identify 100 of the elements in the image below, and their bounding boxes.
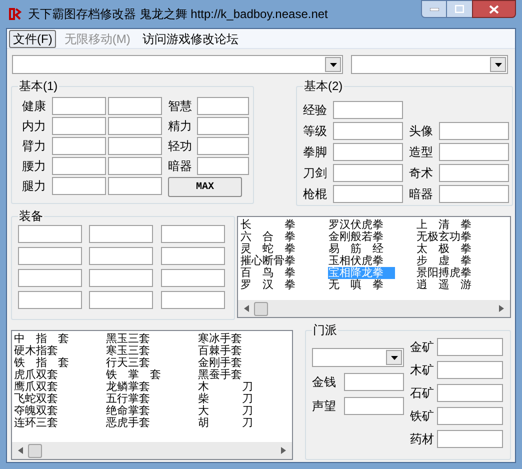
list-item[interactable]: 铁 掌 套 bbox=[106, 369, 162, 381]
input-field[interactable] bbox=[108, 157, 162, 175]
scrollbar[interactable] bbox=[12, 442, 292, 459]
input-field[interactable] bbox=[89, 225, 154, 243]
list-item[interactable]: 步 虚 拳 bbox=[416, 255, 484, 267]
list-item[interactable]: 逍 遥 游 bbox=[416, 279, 484, 291]
maximize-button[interactable] bbox=[447, 0, 472, 18]
item-list[interactable]: 中 指 套 硬木指套 铁 指 套 虎爪双套 鹰爪双套 飞蛇双套 夺魄双套 连环三套 黑玉三套 寒玉三套 行天三套 铁 掌 套 龙鳞掌套 五行掌套 绝命掌套 恶虎手套 寒冰手套 百棘手套 金刚手套 黑蚕手套 木 刀 柴 刀 大 刀 胡 刀 bbox=[11, 330, 293, 460]
list-item[interactable]: 寒玉三套 bbox=[106, 345, 162, 357]
list-item[interactable]: 摧心断骨拳 bbox=[240, 255, 308, 267]
input-field[interactable] bbox=[89, 247, 154, 265]
list-item[interactable]: 五行掌套 bbox=[106, 393, 162, 405]
list-item[interactable]: 绝命掌套 bbox=[106, 405, 162, 417]
input-field[interactable] bbox=[439, 164, 509, 182]
list-item[interactable]: 鹰爪双套 bbox=[14, 381, 70, 393]
input-field[interactable] bbox=[18, 291, 82, 309]
input-field[interactable] bbox=[437, 384, 503, 402]
input-field[interactable] bbox=[52, 137, 106, 155]
list-item[interactable]: 柴 刀 bbox=[198, 393, 254, 405]
list-item[interactable]: 龙鳞掌套 bbox=[106, 381, 162, 393]
input-field[interactable] bbox=[52, 97, 106, 115]
list-item[interactable]: 中 指 套 bbox=[14, 333, 70, 345]
list-item[interactable]: 金刚般若拳 bbox=[328, 231, 396, 243]
list-item[interactable]: 上 清 拳 bbox=[416, 219, 484, 231]
input-field[interactable] bbox=[439, 185, 509, 203]
right-arrow-icon[interactable] bbox=[499, 305, 505, 312]
list-item[interactable]: 连环三套 bbox=[14, 417, 70, 429]
list-item[interactable]: 夺魄双套 bbox=[14, 405, 70, 417]
input-field[interactable] bbox=[18, 269, 82, 287]
list-item[interactable]: 百 鸟 拳 bbox=[240, 267, 308, 279]
input-field[interactable] bbox=[108, 117, 162, 135]
minimize-button[interactable] bbox=[421, 0, 447, 18]
input-field[interactable] bbox=[18, 247, 82, 265]
input-field[interactable] bbox=[197, 157, 249, 175]
right-arrow-icon[interactable] bbox=[281, 447, 287, 454]
dropdown-button[interactable] bbox=[325, 57, 341, 72]
list-item[interactable]: 无极玄功拳 bbox=[416, 231, 484, 243]
scroll-thumb[interactable] bbox=[254, 302, 268, 316]
list-item[interactable]: 虎爪双套 bbox=[14, 369, 70, 381]
input-field[interactable] bbox=[52, 157, 106, 175]
input-field[interactable] bbox=[439, 143, 509, 161]
input-field[interactable] bbox=[437, 338, 503, 356]
input-field[interactable] bbox=[437, 430, 503, 448]
list-item[interactable]: 景阳搏虎拳 bbox=[416, 267, 484, 279]
input-field[interactable] bbox=[108, 97, 162, 115]
list-item[interactable]: 灵 蛇 拳 bbox=[240, 243, 308, 255]
list-item[interactable]: 无 嗔 拳 bbox=[328, 279, 396, 291]
input-field[interactable] bbox=[439, 122, 509, 140]
input-field[interactable] bbox=[344, 397, 404, 415]
list-item[interactable]: 太 极 拳 bbox=[416, 243, 484, 255]
list-item[interactable]: 硬木指套 bbox=[14, 345, 70, 357]
left-arrow-icon[interactable] bbox=[17, 447, 23, 454]
list-item[interactable]: 金刚手套 bbox=[198, 357, 254, 369]
input-field[interactable] bbox=[160, 291, 225, 309]
input-field[interactable] bbox=[197, 137, 249, 155]
skill-list[interactable]: 长 拳 六 合 拳 灵 蛇 拳 摧心断骨拳 百 鸟 拳 罗 汉 拳 罗汉伏虎拳 金刚般若拳 易 筋 经 玉相伏虎拳 宝相降龙拳 无 嗔 拳 上 清 拳 无极玄功拳 太 极 拳 步 虚 拳 景阳搏虎拳 逍 遥 游 bbox=[237, 216, 511, 318]
input-field[interactable] bbox=[89, 291, 154, 309]
menu-item[interactable]: 文件(F) bbox=[9, 30, 56, 48]
list-item[interactable]: 木 刀 bbox=[198, 381, 254, 393]
input-field[interactable] bbox=[437, 407, 503, 425]
list-item[interactable]: 大 刀 bbox=[198, 405, 254, 417]
list-item[interactable]: 罗 汉 拳 bbox=[240, 279, 308, 291]
input-field[interactable] bbox=[333, 164, 403, 182]
input-field[interactable] bbox=[197, 117, 249, 135]
menu-item[interactable]: 访问游戏修改论坛 bbox=[138, 30, 242, 48]
list-item[interactable]: 易 筋 经 bbox=[328, 243, 396, 255]
list-item[interactable]: 罗汉伏虎拳 bbox=[328, 219, 396, 231]
list-item[interactable]: 百棘手套 bbox=[198, 345, 254, 357]
input-field[interactable] bbox=[333, 101, 403, 119]
input-field[interactable] bbox=[160, 225, 225, 243]
input-field[interactable] bbox=[333, 122, 403, 140]
max-button[interactable]: MAX bbox=[168, 177, 242, 197]
input-field[interactable] bbox=[333, 185, 403, 203]
list-item[interactable]: 飞蛇双套 bbox=[14, 393, 70, 405]
list-item[interactable]: 黑玉三套 bbox=[106, 333, 162, 345]
input-field[interactable] bbox=[18, 225, 82, 243]
list-item[interactable]: 六 合 拳 bbox=[240, 231, 308, 243]
list-item[interactable]: 行天三套 bbox=[106, 357, 162, 369]
input-field[interactable] bbox=[344, 373, 404, 391]
list-item[interactable]: 玉相伏虎拳 bbox=[328, 255, 396, 267]
list-item[interactable]: 恶虎手套 bbox=[106, 417, 162, 429]
input-field[interactable] bbox=[108, 137, 162, 155]
input-field[interactable] bbox=[160, 269, 225, 287]
list-item[interactable]: 寒冰手套 bbox=[198, 333, 254, 345]
left-arrow-icon[interactable] bbox=[243, 305, 250, 312]
scroll-thumb[interactable] bbox=[28, 444, 42, 458]
list-item[interactable]: 长 拳 bbox=[240, 219, 308, 231]
list-item[interactable]: 胡 刀 bbox=[198, 417, 254, 429]
input-field[interactable] bbox=[52, 177, 106, 195]
close-button[interactable] bbox=[472, 0, 516, 18]
input-field[interactable] bbox=[197, 97, 249, 115]
dropdown-button[interactable] bbox=[386, 350, 402, 365]
input-field[interactable] bbox=[437, 361, 503, 379]
input-field[interactable] bbox=[160, 247, 225, 265]
input-field[interactable] bbox=[108, 177, 162, 195]
input-field[interactable] bbox=[89, 269, 154, 287]
scrollbar[interactable] bbox=[238, 300, 510, 317]
list-item[interactable]: 黑蚕手套 bbox=[198, 369, 254, 381]
input-field[interactable] bbox=[52, 117, 106, 135]
list-item[interactable]: 铁 指 套 bbox=[14, 357, 70, 369]
